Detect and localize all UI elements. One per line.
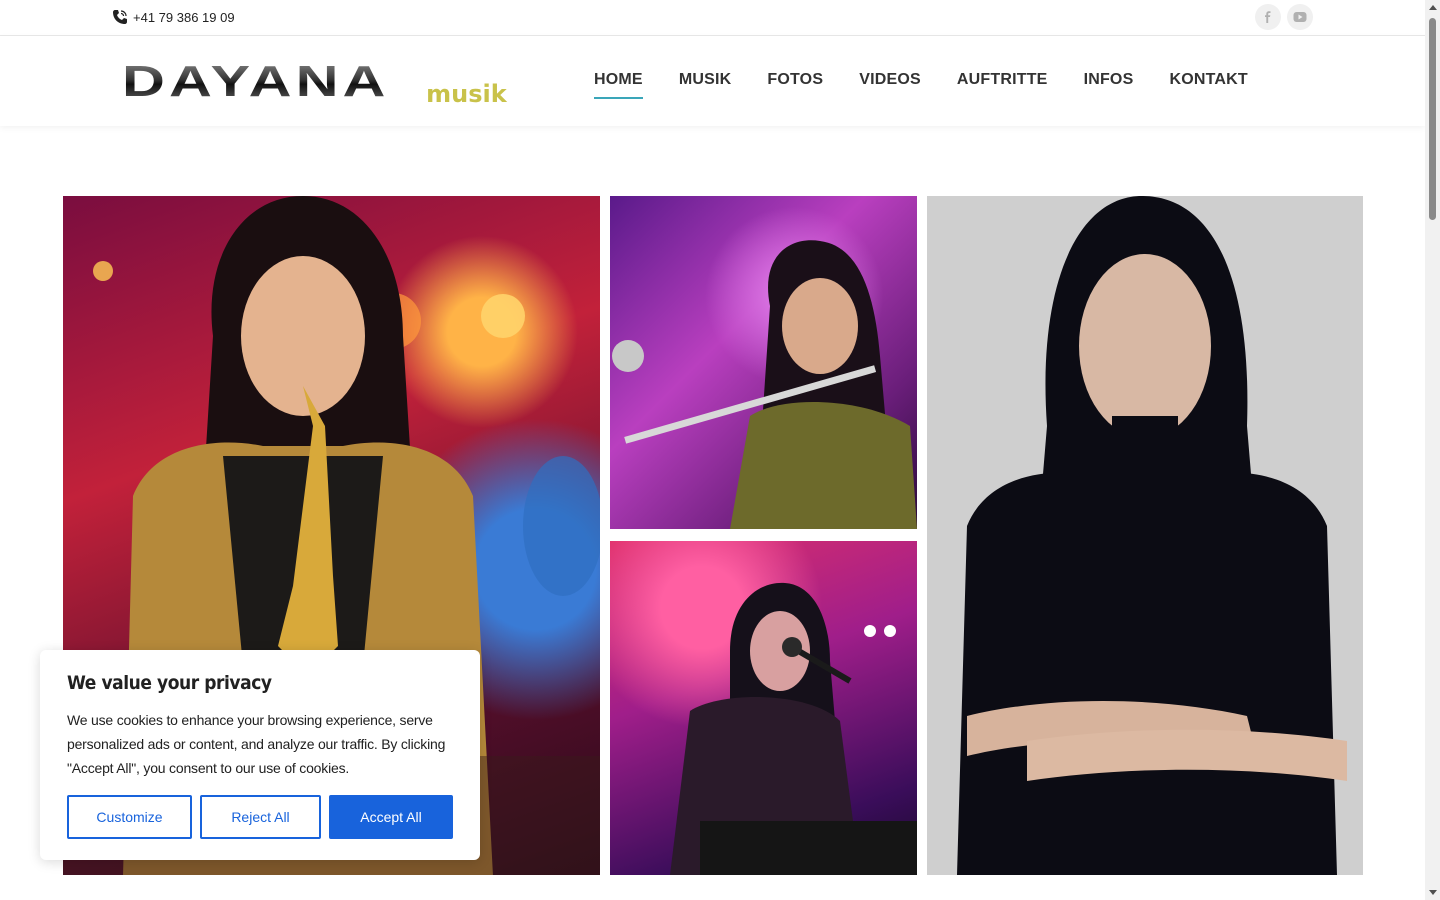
scroll-thumb[interactable] xyxy=(1429,18,1436,220)
nav-kontakt[interactable]: KONTAKT xyxy=(1169,71,1247,95)
nav-home[interactable]: HOME xyxy=(594,71,643,99)
site-header: DAYANA musik HOME MUSIK FOTOS VIDEOS AUF… xyxy=(0,36,1425,126)
cookie-consent-dialog: We value your privacy We use cookies to … xyxy=(40,650,480,860)
page-scrollbar[interactable] xyxy=(1425,0,1440,900)
logo-main-text: DAYANA xyxy=(122,57,390,106)
accept-all-button[interactable]: Accept All xyxy=(329,795,453,839)
nav-auftritte[interactable]: AUFTRITTE xyxy=(957,71,1048,95)
cookie-text: We use cookies to enhance your browsing … xyxy=(67,712,446,776)
nav-infos[interactable]: INFOS xyxy=(1084,71,1134,95)
photo-portrait[interactable] xyxy=(927,196,1363,875)
phone-contact[interactable]: +41 79 386 19 09 xyxy=(112,9,235,25)
logo-sub-text: musik xyxy=(426,80,507,108)
facebook-icon[interactable] xyxy=(1255,4,1281,30)
scroll-down-icon[interactable] xyxy=(1429,890,1437,895)
nav-musik[interactable]: MUSIK xyxy=(679,71,732,95)
site-logo[interactable]: DAYANA musik xyxy=(122,57,507,108)
customize-button[interactable]: Customize xyxy=(67,795,192,839)
social-links xyxy=(1255,4,1313,30)
scroll-up-icon[interactable] xyxy=(1429,5,1437,10)
photo-flute[interactable] xyxy=(610,196,917,529)
youtube-icon[interactable] xyxy=(1287,4,1313,30)
phone-number: +41 79 386 19 09 xyxy=(133,9,235,25)
photo-singing[interactable] xyxy=(610,541,917,875)
nav-videos[interactable]: VIDEOS xyxy=(859,71,921,95)
nav-fotos[interactable]: FOTOS xyxy=(767,71,823,95)
top-bar: +41 79 386 19 09 xyxy=(0,0,1425,36)
cookie-title: We value your privacy xyxy=(67,672,272,694)
phone-icon xyxy=(112,9,128,25)
reject-all-button[interactable]: Reject All xyxy=(200,795,321,839)
main-nav: HOME MUSIK FOTOS VIDEOS AUFTRITTE INFOS … xyxy=(594,71,1284,99)
